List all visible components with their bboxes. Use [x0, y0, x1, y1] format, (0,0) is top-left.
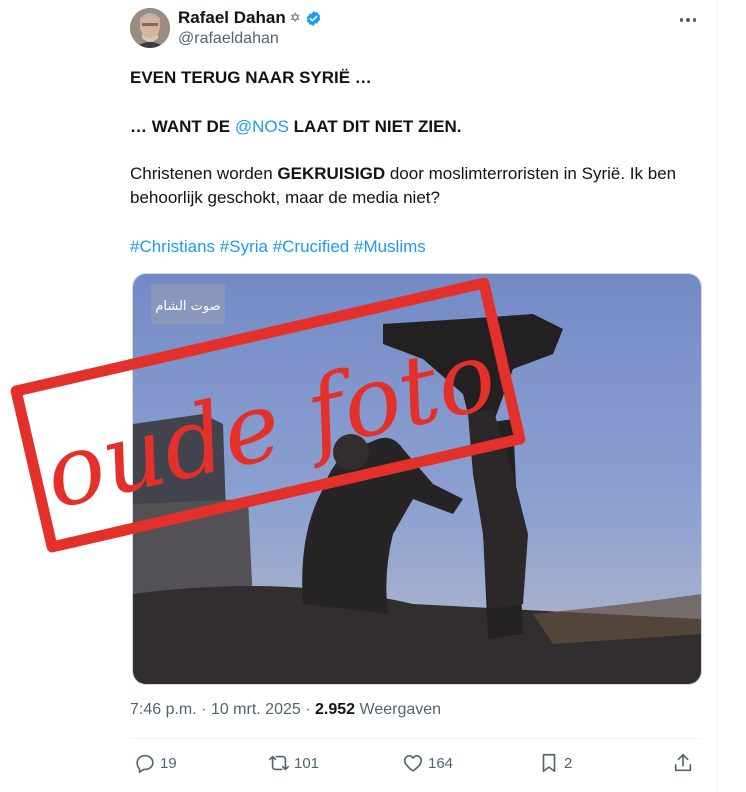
crucifixion-photo: صوت الشام [133, 274, 701, 684]
share-button[interactable] [672, 746, 694, 780]
tweet-body-bold: GEKRUISIGD [277, 164, 386, 183]
avatar[interactable] [130, 8, 170, 48]
reply-icon [136, 754, 154, 773]
tweet-line-1: EVEN TERUG NAAR SYRIË … [130, 68, 372, 87]
tweet-time[interactable]: 7:46 p.m. [130, 701, 197, 718]
tweet-media-image[interactable]: صوت الشام [132, 273, 702, 685]
verified-badge-icon [306, 10, 320, 26]
repost-button[interactable]: 101 [268, 746, 319, 780]
author-handle[interactable]: @rafaeldahan [178, 30, 279, 48]
repost-icon [269, 755, 289, 771]
more-options-icon[interactable] [674, 10, 702, 30]
tweet-card: Rafael Dahan ✡ @rafaeldahan EVEN TERUG N… [0, 0, 746, 792]
author-name-row[interactable]: Rafael Dahan ✡ [178, 8, 322, 28]
tweet-line-2: … WANT DE @NOS LAAT DIT NIET ZIEN. [130, 115, 710, 139]
tweet-body: Christenen worden GEKRUISIGD door moslim… [130, 162, 710, 210]
bookmark-button[interactable]: 2 [538, 746, 572, 780]
repost-count: 101 [294, 754, 320, 772]
hashtag-link[interactable]: #Crucified [273, 237, 350, 256]
views-count: 2.952 [315, 701, 356, 718]
hashtag-link[interactable]: #Muslims [354, 237, 426, 256]
tweet-line-2-pre: … WANT DE [130, 117, 235, 136]
tweet-date[interactable]: 10 mrt. 2025 [211, 701, 301, 718]
author-name[interactable]: Rafael Dahan [178, 8, 286, 28]
column-divider [717, 0, 718, 792]
star-of-david-icon: ✡ [289, 10, 301, 25]
like-count: 164 [428, 754, 454, 772]
tweet-metadata: 7:46 p.m. · 10 mrt. 2025 · 2.952 Weergav… [130, 701, 441, 719]
tweet-body-pre: Christenen worden [130, 164, 278, 183]
bookmark-count: 2 [564, 754, 573, 772]
heart-icon [403, 755, 423, 772]
reply-count: 19 [160, 754, 177, 772]
hashtag-link[interactable]: #Syria [220, 237, 268, 256]
reply-button[interactable]: 19 [134, 746, 177, 780]
meta-separator: · [201, 701, 207, 718]
like-button[interactable]: 164 [402, 746, 453, 780]
bookmark-icon [542, 753, 556, 773]
actions-divider [130, 738, 700, 739]
tweet-line-2-post: LAAT DIT NIET ZIEN. [288, 117, 462, 136]
hashtags: #Christians #Syria #Crucified #Muslims [130, 235, 710, 259]
views-label: Weergaven [359, 701, 442, 718]
action-bar: 19 101 164 2 [130, 746, 700, 780]
meta-separator: · [305, 701, 311, 718]
hashtag-link[interactable]: #Christians [130, 237, 215, 256]
share-icon [674, 753, 692, 772]
mention-link-nos[interactable]: @NOS [235, 117, 289, 136]
